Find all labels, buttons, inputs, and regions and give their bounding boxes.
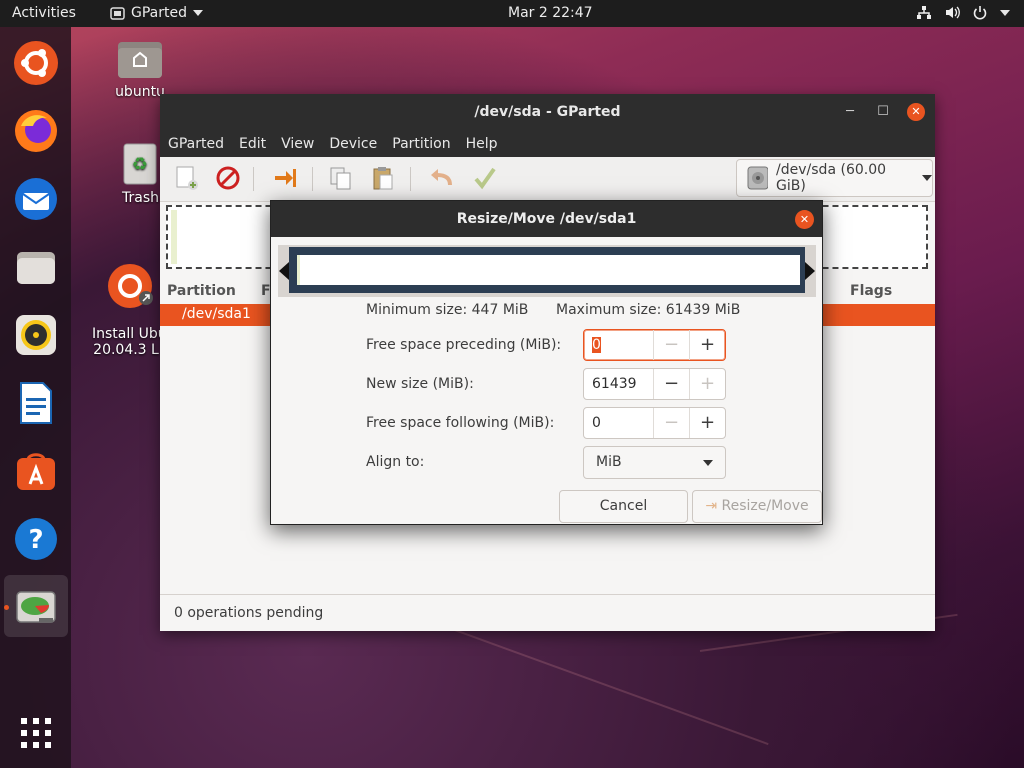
show-apps-icon[interactable] bbox=[12, 709, 60, 757]
power-icon bbox=[973, 6, 987, 20]
partition-name: /dev/sda1 bbox=[182, 306, 251, 322]
desktop-install-ubuntu[interactable]: Install Ubu 20.04.3 L bbox=[92, 246, 160, 374]
firefox-icon[interactable] bbox=[12, 107, 60, 155]
system-tray[interactable] bbox=[916, 5, 1010, 20]
install-ubuntu-icon bbox=[108, 264, 154, 308]
free-space-preceding-label: Free space preceding (MiB): bbox=[366, 337, 562, 353]
free-space-following-input[interactable]: 0 bbox=[584, 408, 653, 438]
free-space-following-spinner[interactable]: 0 − + bbox=[583, 407, 726, 439]
help-icon[interactable]: ? bbox=[12, 515, 60, 563]
new-size-spinner[interactable]: 61439 − + bbox=[583, 368, 726, 400]
menu-device[interactable]: Device bbox=[329, 131, 385, 157]
free-space-following-label: Free space following (MiB): bbox=[366, 415, 555, 431]
window-titlebar[interactable]: /dev/sda - GParted ─ ☐ ✕ bbox=[160, 94, 935, 131]
apply-icon[interactable] bbox=[472, 165, 498, 191]
decrement-button[interactable]: − bbox=[653, 408, 689, 438]
wallpaper-line bbox=[429, 620, 769, 746]
toolbar-separator bbox=[312, 167, 313, 191]
status-text: 0 operations pending bbox=[174, 605, 324, 621]
status-bar: 0 operations pending bbox=[160, 594, 935, 631]
top-bar: Activities GParted Mar 2 22:47 bbox=[0, 0, 1024, 27]
home-folder-icon bbox=[118, 42, 162, 78]
chevron-down-icon bbox=[193, 10, 203, 16]
copy-icon[interactable] bbox=[328, 165, 354, 191]
gparted-small-icon bbox=[110, 6, 125, 20]
maximize-icon[interactable]: ☐ bbox=[874, 103, 892, 121]
increment-button[interactable]: + bbox=[689, 369, 725, 399]
minimum-size-label: Minimum size: 447 MiB bbox=[366, 302, 529, 318]
rhythmbox-icon[interactable] bbox=[12, 311, 60, 359]
menu-gparted[interactable]: GParted bbox=[168, 131, 232, 157]
new-size-input[interactable]: 61439 bbox=[584, 369, 653, 399]
partition-bar[interactable] bbox=[289, 247, 805, 293]
disk-icon bbox=[747, 166, 769, 190]
ubuntu-software-icon[interactable] bbox=[12, 39, 60, 87]
dock: ? bbox=[0, 27, 71, 768]
svg-text:♻: ♻ bbox=[132, 154, 148, 175]
close-icon[interactable]: ✕ bbox=[795, 210, 814, 229]
app-center-icon[interactable] bbox=[12, 447, 60, 495]
trash-icon: ♻ bbox=[123, 143, 157, 185]
desktop-icon-label: Install Ubu 20.04.3 L bbox=[92, 326, 160, 358]
minimize-icon[interactable]: ─ bbox=[841, 103, 859, 121]
menu-view[interactable]: View bbox=[281, 131, 322, 157]
window-title: /dev/sda - GParted bbox=[474, 104, 621, 120]
decrement-button[interactable]: − bbox=[653, 330, 689, 360]
column-flags[interactable]: Flags bbox=[850, 283, 892, 299]
column-partition[interactable]: Partition bbox=[167, 283, 236, 299]
partition-used-area bbox=[297, 255, 800, 285]
paste-icon[interactable] bbox=[370, 165, 396, 191]
dialog-title: Resize/Move /dev/sda1 bbox=[456, 211, 637, 227]
resize-move-button[interactable]: ⇥ Resize/Move bbox=[692, 490, 822, 523]
align-to-select[interactable]: MiB bbox=[583, 446, 726, 479]
resize-move-icon[interactable] bbox=[272, 165, 298, 191]
chevron-down-icon bbox=[1000, 9, 1010, 16]
new-partition-icon[interactable] bbox=[174, 165, 200, 191]
left-resize-handle[interactable] bbox=[279, 262, 289, 280]
maximum-size-label: Maximum size: 61439 MiB bbox=[556, 302, 741, 318]
desktop-home-folder[interactable]: ubuntu bbox=[108, 36, 172, 100]
cancel-button[interactable]: Cancel bbox=[559, 490, 688, 523]
align-to-label: Align to: bbox=[366, 454, 425, 470]
right-resize-handle[interactable] bbox=[805, 262, 815, 280]
toolbar-separator bbox=[253, 167, 254, 191]
menu-help[interactable]: Help bbox=[466, 131, 506, 157]
svg-text:?: ? bbox=[28, 525, 43, 555]
volume-icon bbox=[946, 6, 960, 19]
menu-edit[interactable]: Edit bbox=[239, 131, 274, 157]
thunderbird-icon[interactable] bbox=[12, 175, 60, 223]
undo-icon[interactable] bbox=[428, 165, 454, 191]
toolbar-separator bbox=[410, 167, 411, 191]
increment-button[interactable]: + bbox=[689, 330, 725, 360]
new-size-label: New size (MiB): bbox=[366, 376, 474, 392]
activities-button[interactable]: Activities bbox=[12, 5, 76, 21]
increment-button[interactable]: + bbox=[689, 408, 725, 438]
resize-move-icon: ⇥ bbox=[705, 498, 718, 514]
dialog-titlebar[interactable]: Resize/Move /dev/sda1 ✕ bbox=[271, 201, 822, 237]
network-icon bbox=[917, 6, 931, 19]
delete-icon[interactable] bbox=[215, 165, 241, 191]
menubar: GParted Edit View Device Partition Help bbox=[160, 131, 935, 157]
chevron-down-icon bbox=[922, 175, 932, 181]
chevron-down-icon bbox=[703, 460, 713, 466]
resize-move-label: Resize/Move bbox=[721, 498, 809, 514]
menu-partition[interactable]: Partition bbox=[392, 131, 458, 157]
clock[interactable]: Mar 2 22:47 bbox=[508, 5, 593, 21]
device-selector-label: /dev/sda (60.00 GiB) bbox=[776, 162, 887, 194]
free-space-preceding-spinner[interactable]: 0 − + bbox=[583, 329, 726, 361]
resize-move-dialog: Resize/Move /dev/sda1 ✕ Minimum size: 44… bbox=[270, 200, 823, 525]
free-space-preceding-input[interactable]: 0 bbox=[584, 330, 653, 360]
align-to-value: MiB bbox=[596, 454, 622, 470]
partition-resize-slider[interactable] bbox=[278, 245, 816, 297]
toolbar: /dev/sda (60.00 GiB) bbox=[160, 157, 935, 202]
running-indicator bbox=[4, 605, 9, 610]
gparted-icon[interactable] bbox=[12, 583, 60, 631]
decrement-button[interactable]: − bbox=[653, 369, 689, 399]
files-icon[interactable] bbox=[12, 243, 60, 291]
app-menu-label: GParted bbox=[131, 5, 187, 21]
close-icon[interactable]: ✕ bbox=[907, 103, 925, 121]
app-menu[interactable]: GParted bbox=[110, 5, 203, 21]
libreoffice-writer-icon[interactable] bbox=[12, 379, 60, 427]
device-selector[interactable]: /dev/sda (60.00 GiB) bbox=[736, 159, 933, 197]
